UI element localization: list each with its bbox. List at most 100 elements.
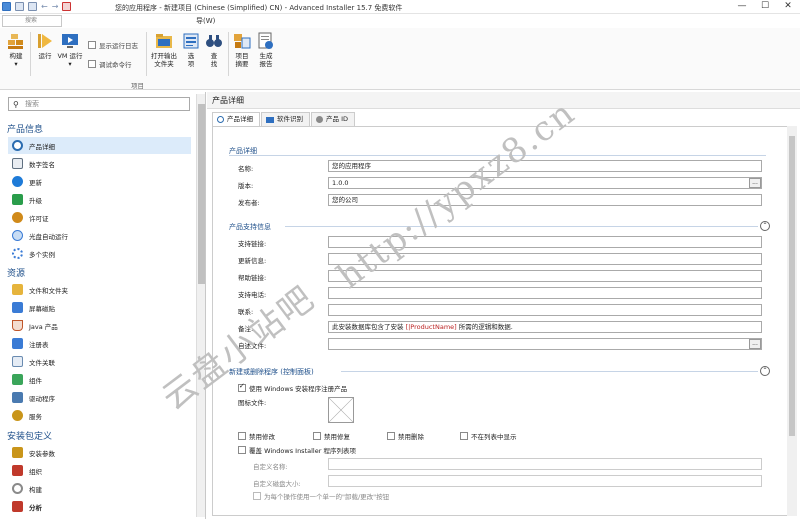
minimize-button[interactable]: — — [731, 0, 753, 13]
run-icon — [38, 34, 52, 48]
sidebar-item-license[interactable]: 许可证 — [8, 209, 191, 226]
forward-arrow-icon[interactable]: → — [52, 2, 59, 11]
sidebar-item-label: 服务 — [29, 412, 42, 421]
sidebar-item-tiles[interactable]: 屏幕磁贴 — [8, 299, 191, 316]
tiles-icon — [12, 302, 23, 313]
sidebar-scrollbar[interactable] — [196, 94, 205, 517]
readme-field[interactable] — [328, 338, 762, 350]
menu-item[interactable]: 导(W) — [196, 16, 215, 26]
vm-run-button[interactable]: VM 运行 ▾ — [57, 32, 83, 68]
options-button[interactable]: 选项 — [181, 32, 201, 68]
debug-cmd-checkbox[interactable]: 调试命令行 — [88, 59, 132, 69]
custom-size-label: 自定义磁盘大小: — [253, 480, 301, 488]
tab-software-id[interactable]: 软件识别 — [261, 112, 310, 126]
sidebar-search-placeholder: 搜索 — [25, 100, 39, 108]
sidebar-item-install-params[interactable]: 安装参数 — [8, 444, 191, 461]
version-browse-button[interactable]: ... — [749, 178, 761, 188]
find-button[interactable]: 查找 — [204, 32, 224, 68]
override-list-label: 覆盖 Windows Installer 程序列表项 — [249, 447, 356, 455]
readme-browse-button[interactable]: ... — [749, 339, 761, 349]
back-arrow-icon[interactable]: ← — [41, 2, 48, 11]
disable-remove-checkbox[interactable]: 禁用删除 — [387, 431, 424, 441]
save-icon[interactable] — [15, 2, 24, 11]
sidebar-item-label: 驱动程序 — [29, 394, 55, 403]
run-button[interactable]: 运行 — [35, 32, 55, 60]
section-divider — [285, 226, 758, 227]
icon-file-picker[interactable] — [328, 397, 354, 423]
publisher-field[interactable]: 您的公司 — [328, 194, 762, 206]
sidebar-search-input[interactable]: ⚲ 搜索 — [8, 97, 190, 111]
build-button[interactable]: 构建 ▾ — [5, 32, 27, 68]
report-button[interactable]: 生成报告 — [255, 32, 277, 68]
product-details-icon — [217, 116, 224, 123]
comment-prefix: 此安装数据库包含了安装 — [332, 323, 406, 331]
content-scrollbar[interactable] — [787, 126, 797, 516]
sidebar-item-drivers[interactable]: 驱动程序 — [8, 389, 191, 406]
tab-label: 产品详细 — [227, 115, 253, 123]
not-in-list-label: 不在列表中显示 — [471, 433, 517, 441]
custom-size-field[interactable] — [328, 475, 762, 487]
support-phone-field[interactable] — [328, 287, 762, 299]
category-resources[interactable]: 资源 — [7, 266, 25, 279]
product-details-icon — [12, 140, 23, 151]
tab-product-id[interactable]: 产品 ID — [311, 112, 355, 126]
pdf-icon[interactable] — [62, 2, 72, 11]
not-in-list-checkbox[interactable]: 不在列表中显示 — [460, 431, 517, 441]
sidebar-item-product-details[interactable]: 产品详细 — [8, 137, 191, 154]
use-registry-checkbox[interactable]: 使用 Windows 安装程序注册产品 — [238, 382, 347, 393]
icon-file-label: 图标文件: — [238, 399, 267, 407]
close-button[interactable]: ✕ — [777, 0, 799, 13]
disable-modify-checkbox[interactable]: 禁用修改 — [238, 431, 275, 441]
tab-product-details[interactable]: 产品详细 — [212, 112, 260, 126]
sidebar-item-organization[interactable]: 组织 — [8, 462, 191, 479]
collapse-support-icon[interactable]: ⌃ — [760, 221, 770, 231]
sidebar-item-services[interactable]: 服务 — [8, 407, 191, 424]
custom-name-field[interactable] — [328, 458, 762, 470]
ribbon-separator — [146, 32, 147, 76]
disable-repair-checkbox[interactable]: 禁用修复 — [313, 431, 350, 441]
registry-icon — [12, 338, 23, 349]
sidebar-item-digital-signature[interactable]: 数字签名 — [8, 155, 191, 172]
sidebar-item-files-folders[interactable]: 文件和文件夹 — [8, 281, 191, 298]
title-bar: ← → 您的应用程序 - 新建项目 (Chinese (Simplified) … — [0, 0, 800, 14]
help-link-field[interactable] — [328, 270, 762, 282]
contact-field[interactable] — [328, 304, 762, 316]
name-field[interactable]: 您的应用程序 — [328, 160, 762, 172]
sidebar-item-label: 注册表 — [29, 340, 49, 349]
version-field[interactable]: 1.0.0 — [328, 177, 762, 189]
category-product-info[interactable]: 产品信息 — [7, 122, 43, 135]
sidebar-item-label: 组织 — [29, 467, 42, 476]
summary-button[interactable]: 项目摘要 — [231, 32, 253, 68]
folder-icon — [12, 284, 23, 295]
sidebar-item-components[interactable]: 组件 — [8, 371, 191, 388]
ribbon-separator — [228, 32, 229, 76]
support-link-field[interactable] — [328, 236, 762, 248]
update-info-field[interactable] — [328, 253, 762, 265]
single-button-checkbox[interactable]: 为每个操作使用一个单一的"卸载/更改"按钮 — [253, 491, 389, 501]
show-log-checkbox[interactable]: 显示运行日志 — [88, 40, 138, 50]
sidebar-item-java[interactable]: Java 产品 — [8, 317, 191, 334]
sidebar-item-analytics[interactable]: 分析 — [8, 498, 191, 515]
sidebar-item-autorun[interactable]: 光盘自动运行 — [8, 227, 191, 244]
license-icon — [12, 212, 23, 223]
collapse-addremove-icon[interactable]: ⌃ — [760, 366, 770, 376]
override-list-checkbox[interactable]: 覆盖 Windows Installer 程序列表项 — [238, 445, 356, 455]
category-package-definition[interactable]: 安装包定义 — [7, 429, 52, 442]
sidebar-item-instances[interactable]: 多个实例 — [8, 245, 191, 262]
sidebar-scrollbar-thumb[interactable] — [198, 104, 205, 284]
sidebar-item-update[interactable]: 更新 — [8, 173, 191, 190]
empty-image-icon — [328, 397, 354, 423]
search-icon: ⚲ — [13, 100, 19, 109]
maximize-button[interactable]: ☐ — [754, 0, 776, 13]
content-scrollbar-thumb[interactable] — [789, 136, 795, 436]
find-label: 查找 — [210, 52, 218, 68]
new-project-icon[interactable] — [28, 2, 37, 11]
sidebar-item-build[interactable]: 构建 — [8, 480, 191, 497]
sidebar-item-registry[interactable]: 注册表 — [8, 335, 191, 352]
ribbon-search-input[interactable]: 搜索 — [2, 15, 62, 27]
sidebar-item-upgrade[interactable]: 升级 — [8, 191, 191, 208]
open-output-button[interactable]: 打开输出文件夹 — [149, 32, 179, 68]
comment-field[interactable]: 此安装数据库包含了安装 [|ProductName] 所需的逻辑和数据. — [328, 321, 762, 333]
sidebar-item-file-assoc[interactable]: 文件关联 — [8, 353, 191, 370]
quick-access-toolbar: ← → — [2, 2, 72, 11]
